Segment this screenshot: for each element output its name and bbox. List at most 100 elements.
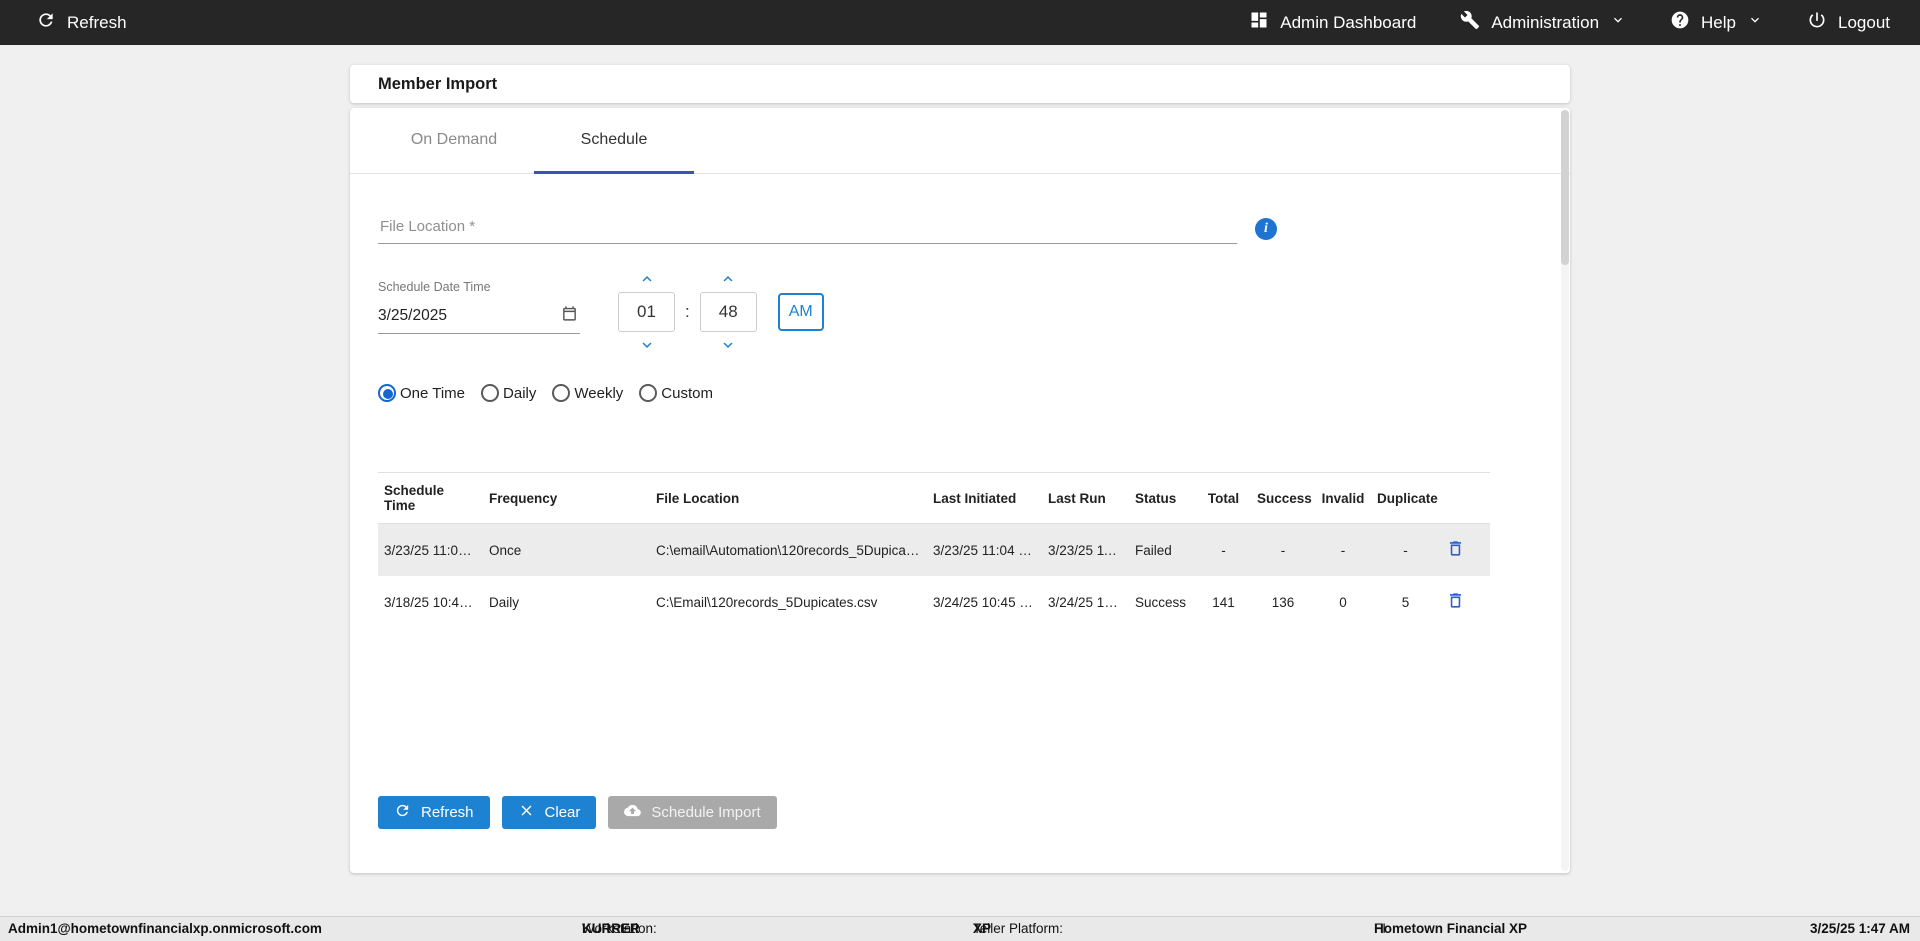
help-icon — [1670, 10, 1690, 35]
col-total: Total — [1196, 472, 1251, 524]
cell-duplicate: 5 — [1401, 594, 1410, 610]
schedule-date-value: 3/25/2025 — [378, 307, 447, 324]
hour-up-button[interactable] — [636, 270, 658, 288]
cell-invalid: - — [1340, 542, 1346, 558]
delete-row-button[interactable] — [1446, 539, 1465, 558]
cell-schedule-time: 3/23/25 11:04 PM — [384, 542, 483, 558]
scrollbar-thumb[interactable] — [1561, 110, 1569, 265]
main-content: Member Import On Demand Schedule File Lo… — [350, 65, 1570, 873]
trash-icon — [1449, 593, 1462, 608]
help-menu[interactable]: Help — [1670, 10, 1763, 35]
cell-last-run: 3/24/25 10:46 PM — [1048, 594, 1129, 610]
status-bar: Admin1@hometownfinancialxp.onmicrosoft.c… — [0, 916, 1920, 941]
col-last-run: Last Run — [1042, 472, 1129, 524]
schedule-date-input[interactable]: 3/25/2025 — [378, 298, 580, 334]
schedule-datetime-label: Schedule Date Time — [378, 280, 491, 294]
col-invalid: Invalid — [1315, 472, 1371, 524]
cell-duplicate: - — [1403, 542, 1408, 558]
cell-last-run: 3/23/25 11:04 PM — [1048, 542, 1129, 558]
clear-button[interactable]: Clear — [501, 796, 597, 829]
hour-spinner: 01 — [618, 270, 675, 354]
action-buttons: Refresh Clear Schedule Import — [378, 796, 777, 829]
radio-button-icon — [639, 384, 658, 402]
radio-button-icon — [552, 384, 571, 402]
radio-one-time[interactable]: One Time — [378, 384, 465, 402]
radio-daily-label: Daily — [503, 384, 537, 402]
cell-last-initiated: 3/23/25 11:04 PM — [933, 542, 1039, 558]
tab-schedule[interactable]: Schedule — [534, 108, 694, 174]
topbar-refresh-label: Refresh — [67, 12, 127, 32]
file-location-row: File Location * i — [378, 212, 1542, 244]
meridiem-toggle[interactable]: AM — [777, 293, 824, 331]
topbar-refresh-button[interactable]: Refresh — [36, 10, 127, 35]
minute-value: 48 — [718, 302, 738, 321]
frequency-radio-group: One Time Daily Weekly Custom — [378, 384, 1542, 402]
minute-spinner: 48 — [699, 270, 757, 354]
col-last-initiated: Last Initiated — [927, 472, 1042, 524]
member-import-panel: On Demand Schedule File Location * i Sch… — [350, 108, 1570, 873]
radio-daily[interactable]: Daily — [481, 384, 536, 402]
file-location-input[interactable]: File Location * — [378, 212, 1237, 244]
file-location-placeholder: File Location * — [380, 218, 476, 235]
cell-success: - — [1280, 542, 1286, 558]
panel-scrollbar[interactable] — [1561, 110, 1569, 871]
schedule-datetime-row: Schedule Date Time 3/25/2025 01 : 48 AM — [378, 270, 1542, 354]
hour-input[interactable]: 01 — [618, 292, 675, 332]
cell-total: - — [1221, 542, 1226, 558]
radio-one-time-label: One Time — [400, 384, 466, 402]
radio-button-icon — [481, 384, 500, 402]
refresh-icon — [394, 802, 411, 823]
cell-frequency: Once — [489, 542, 522, 558]
topbar: Refresh Admin Dashboard Administration H… — [0, 0, 1920, 45]
schedule-import-button[interactable]: Schedule Import — [608, 796, 777, 829]
col-duplicate: Duplicate — [1371, 472, 1440, 524]
page-title-card: Member Import — [350, 65, 1570, 103]
refresh-button[interactable]: Refresh — [378, 796, 490, 829]
table-row: 3/18/25 10:45 PM Daily C:\Email\120recor… — [378, 576, 1490, 628]
minute-input[interactable]: 48 — [699, 292, 757, 332]
clear-button-label: Clear — [544, 804, 581, 821]
col-frequency: Frequency — [483, 472, 650, 524]
col-actions — [1440, 472, 1490, 524]
tabbar: On Demand Schedule — [350, 108, 1570, 174]
col-status: Status — [1129, 472, 1196, 524]
cell-file-location: C:\email\Automation\120records_5Dupicate… — [656, 542, 927, 558]
hour-value: 01 — [637, 302, 656, 321]
hour-down-button[interactable] — [636, 336, 658, 354]
chevron-down-icon — [1610, 12, 1626, 33]
schedule-date-group: Schedule Date Time 3/25/2025 — [378, 270, 580, 334]
radio-custom-label: Custom — [661, 384, 713, 402]
trash-icon — [1449, 541, 1462, 556]
radio-weekly[interactable]: Weekly — [552, 384, 623, 402]
cell-schedule-time: 3/18/25 10:45 PM — [384, 594, 483, 610]
col-schedule-time: Schedule Time — [378, 472, 483, 524]
cell-total: 141 — [1212, 594, 1235, 610]
close-icon — [518, 802, 535, 823]
schedule-table: Schedule Time Frequency File Location La… — [378, 472, 1490, 628]
power-icon — [1807, 10, 1827, 35]
administration-menu[interactable]: Administration — [1460, 10, 1626, 35]
minute-down-button[interactable] — [717, 336, 739, 354]
minute-up-button[interactable] — [717, 270, 739, 288]
radio-weekly-label: Weekly — [574, 384, 624, 402]
admin-dashboard-button[interactable]: Admin Dashboard — [1249, 10, 1416, 35]
info-icon[interactable]: i — [1255, 218, 1277, 240]
cell-file-location: C:\Email\120records_5Dupicates.csv — [656, 594, 878, 610]
footer-user: Admin1@hometownfinancialxp.onmicrosoft.c… — [8, 921, 322, 936]
dashboard-icon — [1249, 10, 1269, 35]
page-title: Member Import — [378, 74, 498, 93]
cell-success: 136 — [1271, 594, 1295, 610]
radio-button-icon — [378, 384, 396, 402]
calendar-icon[interactable] — [561, 305, 578, 327]
schedule-import-button-label: Schedule Import — [651, 804, 761, 821]
logout-button[interactable]: Logout — [1807, 10, 1890, 35]
time-picker: 01 : 48 AM — [618, 270, 824, 354]
radio-custom[interactable]: Custom — [639, 384, 713, 402]
tab-on-demand[interactable]: On Demand — [374, 108, 534, 174]
refresh-icon — [36, 10, 56, 35]
refresh-button-label: Refresh — [421, 804, 474, 821]
wrench-icon — [1460, 10, 1480, 35]
help-label: Help — [1701, 12, 1736, 32]
delete-row-button[interactable] — [1446, 591, 1465, 610]
admin-dashboard-label: Admin Dashboard — [1280, 12, 1417, 32]
